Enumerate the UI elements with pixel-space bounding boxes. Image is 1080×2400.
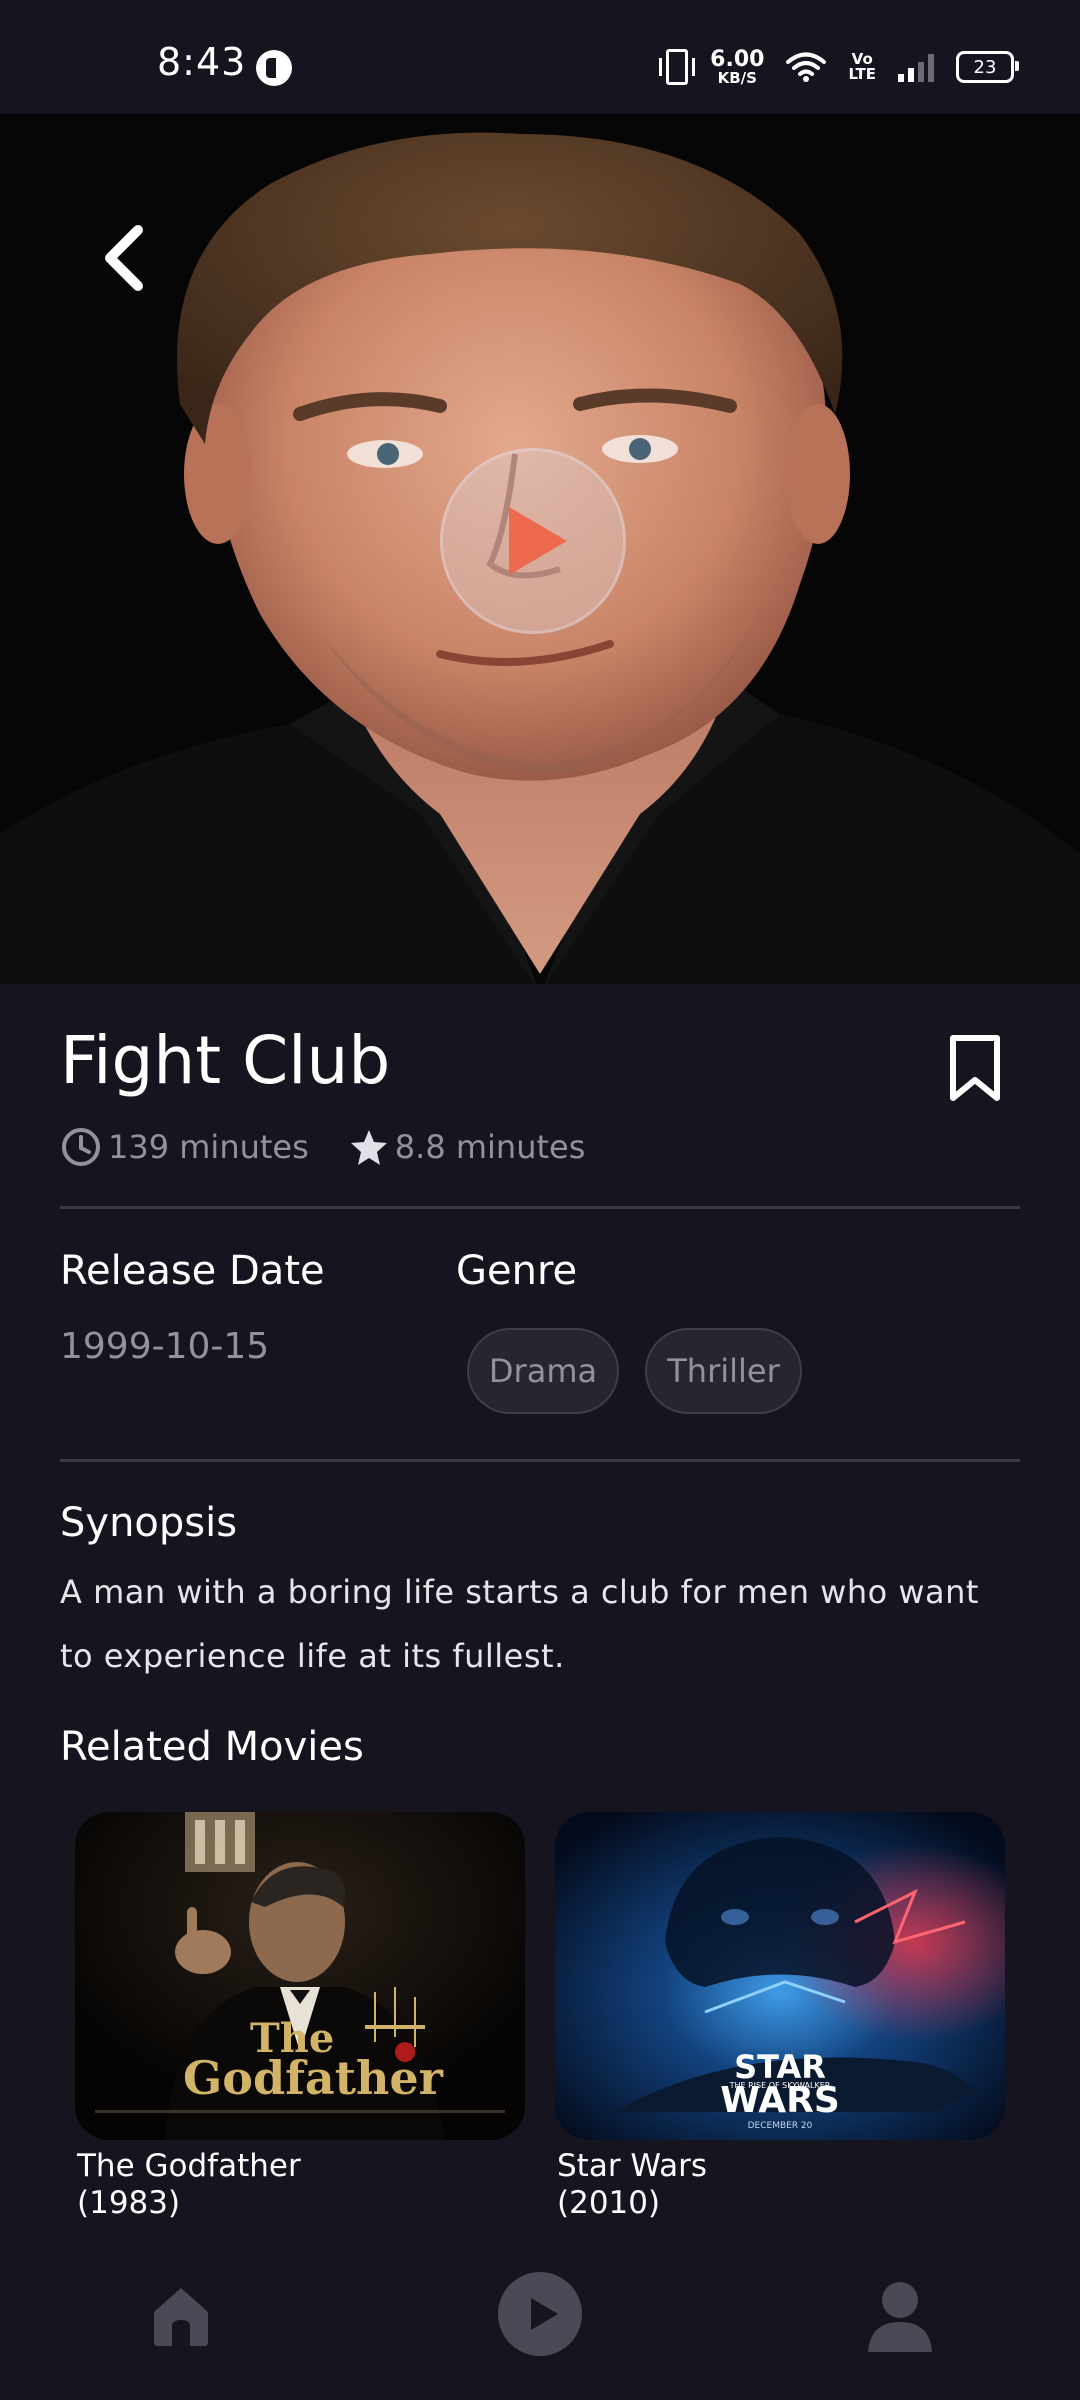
nav-profile[interactable]: [866, 2280, 934, 2358]
star-wars-poster-date: DECEMBER 20: [748, 2121, 813, 2131]
battery-icon: 23: [956, 51, 1019, 83]
related-movie-caption: Star Wars (2010): [557, 2148, 1005, 2222]
network-speed: 6.00 KB/S: [710, 46, 765, 87]
movie-title: Fight Club: [60, 1022, 391, 1099]
star-icon: [349, 1127, 389, 1167]
related-movie-card-godfather[interactable]: The Godfather The Godfather (1983): [75, 1812, 525, 2222]
network-speed-unit: KB/S: [717, 68, 757, 87]
bottom-navigation: [0, 2240, 1080, 2400]
genre-chip-drama[interactable]: Drama: [467, 1328, 619, 1414]
duration-text: 139 minutes: [108, 1128, 309, 1166]
godfather-poster-logo-2: Godfather: [183, 2051, 444, 2105]
rating-text: 8.8 minutes: [394, 1128, 586, 1166]
related-movie-card-star-wars[interactable]: STAR WARS THE RISE OF SKYWALKER DECEMBER…: [555, 1812, 1005, 2222]
vibrate-icon: [659, 49, 696, 85]
synopsis-text: A man with a boring life starts a club f…: [60, 1573, 979, 1675]
divider: [60, 1459, 1020, 1462]
related-movie-caption: The Godfather (1983): [77, 2148, 525, 2222]
movie-meta: 139 minutes 8.8 minutes: [60, 1126, 585, 1168]
signal-icon: [898, 52, 934, 82]
genre-label: Genre: [456, 1248, 578, 1294]
home-icon: [154, 2288, 208, 2346]
star-wars-poster-subtitle: THE RISE OF SKYWALKER: [729, 2081, 831, 2090]
synopsis-label: Synopsis: [60, 1500, 238, 1546]
network-speed-value: 6.00: [710, 46, 765, 72]
status-time: 8:43: [157, 40, 247, 84]
related-movies-list: The Godfather The Godfather (1983) STAR …: [75, 1812, 1005, 2222]
profile-icon: [868, 2282, 932, 2352]
related-movie-year: (1983): [77, 2185, 181, 2221]
release-date-label: Release Date: [60, 1248, 325, 1294]
related-movie-title: The Godfather: [77, 2148, 301, 2184]
genre-list: Drama Thriller: [467, 1328, 802, 1414]
rating: 8.8 minutes: [349, 1127, 586, 1167]
hero-trailer: [0, 114, 1080, 984]
volte-bottom: LTE: [848, 65, 876, 83]
bookmark-button[interactable]: [947, 1032, 1003, 1104]
bookmark-icon: [950, 1035, 1000, 1101]
nav-home[interactable]: [148, 2284, 214, 2352]
play-trailer-button[interactable]: [440, 448, 626, 634]
nav-play[interactable]: [496, 2270, 584, 2362]
wifi-icon: [786, 52, 827, 82]
app-notification-icon: [256, 50, 292, 86]
status-bar: 8:43 6.00 KB/S Vo LTE 23: [0, 0, 1080, 114]
related-movies-label: Related Movies: [60, 1724, 364, 1770]
clock-icon: [60, 1126, 102, 1168]
divider: [60, 1206, 1020, 1209]
back-button[interactable]: [90, 214, 160, 304]
related-movie-year: (2010): [557, 2185, 661, 2221]
status-icons: 6.00 KB/S Vo LTE 23: [659, 44, 1019, 90]
play-circle-icon: [498, 2272, 582, 2356]
play-icon: [509, 507, 567, 575]
duration: 139 minutes: [60, 1126, 309, 1168]
related-movie-title: Star Wars: [557, 2148, 707, 2184]
back-icon: [105, 225, 143, 291]
genre-chip-thriller[interactable]: Thriller: [645, 1328, 802, 1414]
battery-level: 23: [973, 56, 997, 78]
volte-icon: Vo LTE: [848, 52, 876, 82]
movie-poster-godfather: The Godfather: [75, 1812, 525, 2140]
release-date-value: 1999-10-15: [60, 1326, 270, 1367]
movie-poster-star-wars: STAR WARS THE RISE OF SKYWALKER DECEMBER…: [555, 1812, 1005, 2140]
